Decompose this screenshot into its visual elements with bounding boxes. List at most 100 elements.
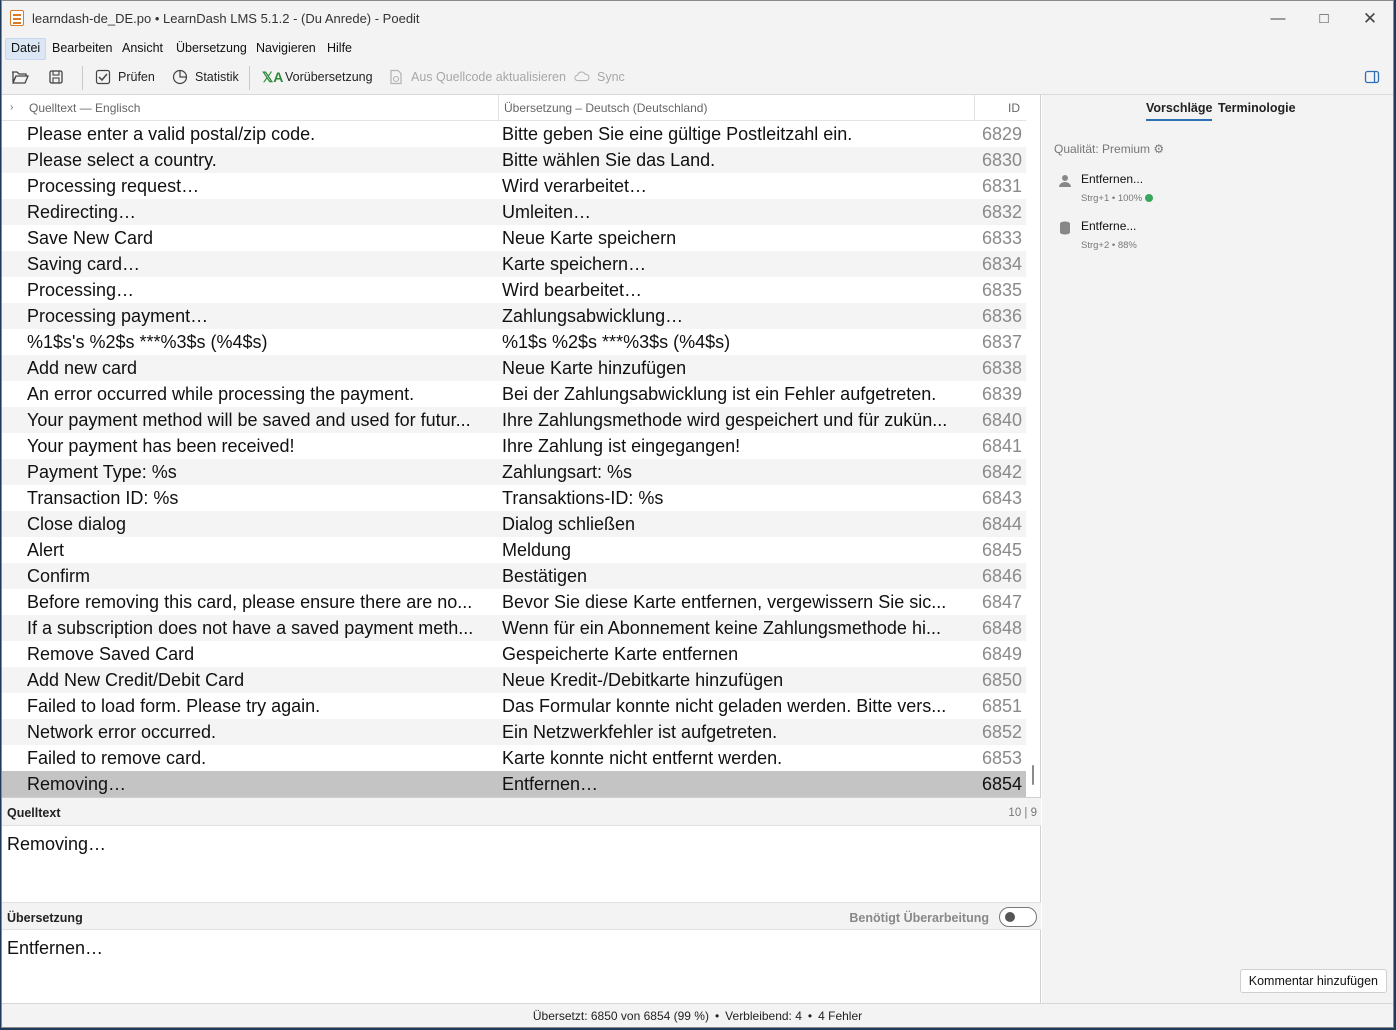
translation-input[interactable]: Entfernen… (7, 938, 1027, 998)
table-row[interactable]: Before removing this card, please ensure… (2, 589, 1026, 615)
row-translation-text: Bei der Zahlungsabwicklung ist ein Fehle… (502, 384, 937, 404)
table-row[interactable]: Failed to remove card. Karte konnte nicht… (2, 745, 1026, 771)
sync-button[interactable]: Sync (574, 68, 625, 86)
row-id: 6851 (981, 696, 1022, 716)
maximize-icon[interactable]: □ (1301, 1, 1347, 36)
row-translation-text: Neue Kredit-/Debitkarte hinzufügen (502, 670, 784, 690)
row-source-text: Transaction ID: %s (27, 488, 179, 508)
list-scrollbar[interactable] (1032, 765, 1034, 785)
row-source-text: Close dialog (27, 514, 127, 534)
folder-open-icon (12, 71, 29, 84)
row-id: 6847 (981, 592, 1022, 612)
suggestion-meta: Strg+2 • 88% (1081, 240, 1137, 251)
table-row[interactable]: Your payment method will be saved and us… (2, 407, 1026, 433)
suggestion-text: Entfernen... (1081, 172, 1144, 186)
row-translation-text: Karte speichern… (502, 254, 647, 274)
table-row[interactable]: Please select a country. Bitte wählen Sie… (2, 147, 1026, 173)
row-translation-text: Bitte geben Sie eine gültige Postleitzah… (502, 124, 853, 144)
row-source-text: Confirm (27, 566, 91, 586)
collapse-icon[interactable]: › (10, 102, 13, 113)
table-row[interactable]: If a subscription does not have a saved … (2, 615, 1026, 641)
database-icon (1058, 221, 1072, 235)
menu-datei[interactable]: Datei (5, 38, 47, 60)
row-source-text: Add new card (27, 358, 138, 378)
table-row[interactable]: %1$s's %2$s ***%3$s (%4$s) %1$s %2$s ***%… (2, 329, 1026, 355)
row-translation-text: Transaktions-ID: %s (502, 488, 664, 508)
update-from-code-button[interactable]: Aus Quellcode aktualisieren (388, 68, 566, 86)
row-id: 6835 (981, 280, 1022, 300)
row-id: 6843 (981, 488, 1022, 508)
window-title: learndash-de_DE.po • LearnDash LMS 5.1.2… (32, 11, 420, 26)
table-row[interactable]: Processing… Wird bearbeitet… 6835 (2, 277, 1026, 303)
menu-navigieren[interactable]: Navigieren (251, 38, 321, 58)
gear-icon[interactable]: ⚙ (1153, 142, 1164, 156)
row-translation-text: Wird verarbeitet… (502, 176, 648, 196)
row-source-text: Your payment method will be saved and us… (27, 410, 471, 430)
save-icon (49, 70, 63, 84)
table-row[interactable]: Close dialog Dialog schließen 6844 (2, 511, 1026, 537)
table-row[interactable]: Failed to load form. Please try again. Da… (2, 693, 1026, 719)
add-comment-button[interactable]: Kommentar hinzufügen (1239, 969, 1387, 993)
table-row[interactable]: Save New Card Neue Karte speichern 6833 (2, 225, 1026, 251)
needs-work-toggle[interactable] (999, 907, 1037, 927)
row-id: 6838 (981, 358, 1022, 378)
status-bar: Übersetzt: 6850 von 6854 (99 %) • Verbleib… (2, 1003, 1393, 1027)
table-row[interactable]: Add new card Neue Karte hinzufügen 6838 (2, 355, 1026, 381)
row-source-text: Payment Type: %s (27, 462, 177, 482)
open-folder-button[interactable] (11, 68, 29, 86)
source-header: Quelltext 10 | 9 (2, 798, 1041, 826)
row-id: 6849 (981, 644, 1022, 664)
validate-label: Prüfen (118, 70, 155, 84)
row-translation-text: Wird bearbeitet… (502, 280, 643, 300)
toolbar-separator (82, 66, 83, 90)
table-row[interactable]: Alert Meldung 6845 (2, 537, 1026, 563)
table-row[interactable]: Network error occurred. Ein Netzwerkfehle… (2, 719, 1026, 745)
tab-terminology[interactable]: Terminologie (1218, 101, 1296, 119)
row-id: 6852 (981, 722, 1022, 742)
table-row[interactable]: Redirecting… Umleiten… 6832 (2, 199, 1026, 225)
menu-bearbeiten[interactable]: Bearbeiten (47, 38, 117, 58)
close-icon[interactable]: ✕ (1347, 1, 1393, 36)
table-row[interactable]: Your payment has been received! Ihre Zahl… (2, 433, 1026, 459)
person-icon (1058, 174, 1072, 188)
row-source-text: Processing payment… (27, 306, 209, 326)
row-translation-text: Ihre Zahlungsmethode wird gespeichert un… (502, 410, 948, 430)
row-source-text: Processing… (27, 280, 135, 300)
tab-suggestions[interactable]: Vorschläge (1146, 101, 1213, 121)
save-button[interactable] (48, 68, 64, 86)
toggle-sidebar-button[interactable] (1364, 68, 1380, 86)
status-errors[interactable]: 4 Fehler (818, 1009, 862, 1023)
column-divider[interactable] (498, 95, 499, 120)
menu-hilfe[interactable]: Hilfe (322, 38, 357, 58)
row-translation-text: Meldung (502, 540, 572, 560)
statistics-button[interactable]: Statistik (172, 68, 239, 86)
table-row[interactable]: Removing… Entfernen… 6854 (2, 771, 1026, 797)
pretranslate-button[interactable]: 𝕏A Vorübersetzung (262, 68, 373, 86)
column-translation-header[interactable]: Übersetzung – Deutsch (Deutschland) (504, 101, 707, 115)
table-row[interactable]: Remove Saved Card Gespeicherte Karte entf… (2, 641, 1026, 667)
table-row[interactable]: Saving card… Karte speichern… 6834 (2, 251, 1026, 277)
table-row[interactable]: Add New Credit/Debit Card Neue Kredit-/De… (2, 667, 1026, 693)
table-row[interactable]: Please enter a valid postal/zip code. Bit… (2, 121, 1026, 147)
column-id-header[interactable]: ID (1008, 101, 1020, 115)
validate-button[interactable]: Prüfen (95, 68, 155, 86)
row-id: 6841 (981, 436, 1022, 456)
menu-uebersetzung[interactable]: Übersetzung (171, 38, 252, 58)
column-divider[interactable] (974, 95, 975, 120)
table-row[interactable]: Transaction ID: %s Transaktions-ID: %s 684… (2, 485, 1026, 511)
table-row[interactable]: Processing payment… Zahlungsabwicklung… 68… (2, 303, 1026, 329)
suggestion-text: Entferne... (1081, 219, 1137, 233)
source-char-count: 10 | 9 (1008, 807, 1037, 819)
pretranslate-label: Vorübersetzung (285, 70, 373, 84)
menu-ansicht[interactable]: Ansicht (117, 38, 168, 58)
row-source-text: Saving card… (27, 254, 141, 274)
table-row[interactable]: Payment Type: %s Zahlungsart: %s 6842 (2, 459, 1026, 485)
translation-list[interactable]: › Quelltext — Englisch Übersetzung – Deu… (2, 95, 1041, 797)
translation-label: Übersetzung (7, 911, 83, 925)
table-row[interactable]: Confirm Bestätigen 6846 (2, 563, 1026, 589)
table-row[interactable]: Processing request… Wird verarbeitet… 6831 (2, 173, 1026, 199)
minimize-icon[interactable]: — (1255, 1, 1301, 36)
column-source-header[interactable]: Quelltext — Englisch (29, 101, 140, 115)
quality-text: Qualität: Premium (1054, 142, 1151, 156)
table-row[interactable]: An error occurred while processing the p… (2, 381, 1026, 407)
